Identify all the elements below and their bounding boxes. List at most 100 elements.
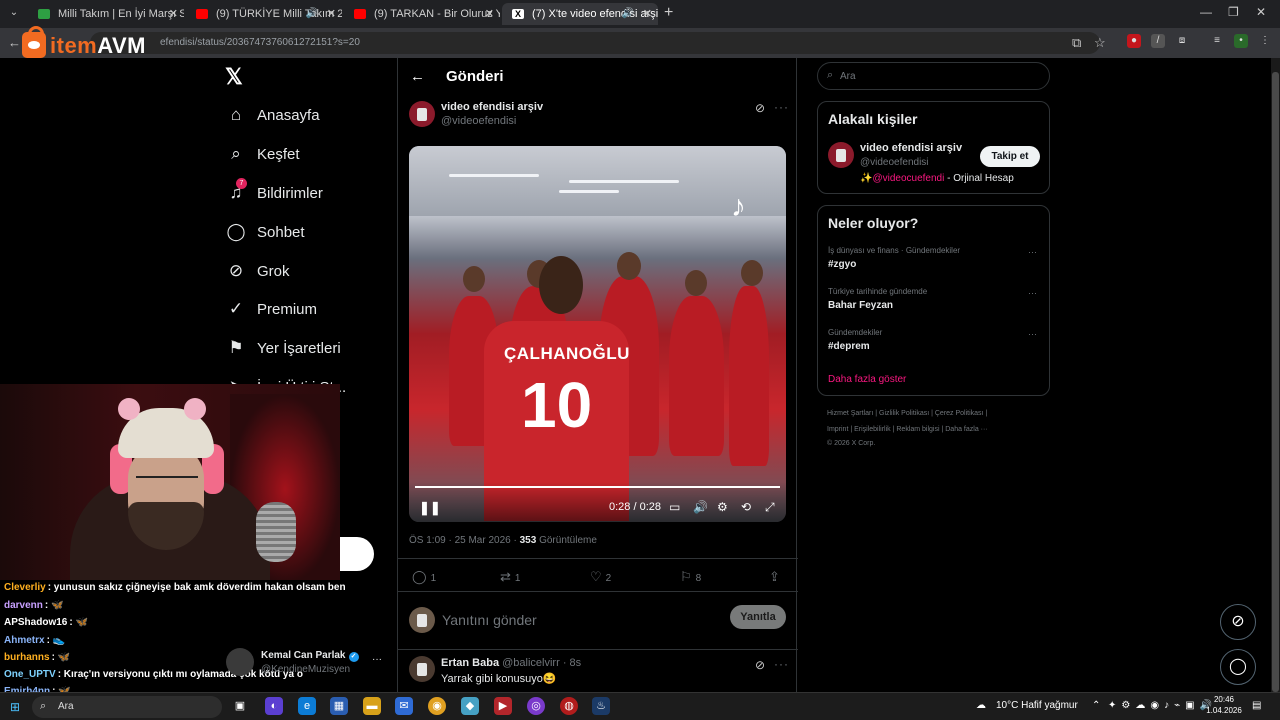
person-avatar[interactable] <box>828 142 854 168</box>
trend-item[interactable]: #deprem <box>828 341 870 352</box>
grok-icon[interactable]: ⊘ <box>755 101 765 115</box>
app-icon[interactable]: ◍ <box>560 697 578 715</box>
more-options-icon[interactable]: ··· <box>372 654 382 665</box>
reply-action[interactable]: ◯ 1 <box>412 569 436 585</box>
install-icon[interactable]: ⧉ <box>1072 35 1081 51</box>
tab-search-icon[interactable]: ⌄ <box>6 5 22 21</box>
windows-start-icon[interactable]: ⊞ <box>10 700 20 714</box>
post-column: ← Gönderi video efendisi arşiv @videoefe… <box>397 58 798 692</box>
bookmark-star-icon[interactable]: ☆ <box>1094 35 1106 51</box>
more-options-icon[interactable]: ··· <box>774 100 789 114</box>
weather-text[interactable]: 10°C Hafif yağmur <box>996 700 1078 711</box>
microphone-icon <box>256 502 296 562</box>
tray-icons[interactable]: ✦⚙☁◉♪⌁▣🔊 <box>1108 700 1217 711</box>
reply-composer: Yanıtını gönder Yanıtla <box>398 592 798 650</box>
comment-author[interactable]: Ertan Baba @balicelvirr · 8s <box>441 657 581 669</box>
bio-link[interactable]: @videocuefendi <box>872 173 944 184</box>
browser-tab-active[interactable]: X (7) X'te video efendisi arşiv 🔊 ✕ <box>502 3 658 25</box>
browser-tab[interactable]: (9) TÜRKİYE Milli Takım 200 🔊 ✕ <box>186 3 342 25</box>
person-name[interactable]: video efendisi arşiv <box>860 142 962 154</box>
more-options-icon[interactable]: ··· <box>1028 329 1037 339</box>
trend-item[interactable]: #zgyo <box>828 259 856 270</box>
search-icon: ⌕ <box>231 144 241 163</box>
show-more-link[interactable]: Daha fazla göster <box>828 374 906 385</box>
author-avatar[interactable] <box>409 101 435 127</box>
chat-fab-button[interactable]: ◯ <box>1220 649 1256 685</box>
store-icon[interactable]: ▦ <box>330 697 348 715</box>
more-options-icon[interactable]: ··· <box>774 657 789 671</box>
x-logo-icon[interactable]: 𝕏 <box>225 64 243 90</box>
close-window-button[interactable]: ✕ <box>1256 5 1266 19</box>
weather-icon[interactable]: ☁ <box>976 700 986 711</box>
app-icon[interactable]: ◎ <box>527 697 545 715</box>
video-editor-icon[interactable]: ▶ <box>494 697 512 715</box>
notification-center-icon[interactable]: ▤ <box>1252 700 1261 711</box>
video-progress-bar[interactable] <box>415 486 780 488</box>
grok-icon[interactable]: ⊘ <box>755 658 765 672</box>
more-options-icon[interactable]: ··· <box>1028 247 1037 257</box>
app-icon[interactable]: ◆ <box>461 697 479 715</box>
search-box[interactable]: ⌕ Ara <box>817 62 1050 90</box>
captions-icon[interactable]: ▭ <box>669 500 680 514</box>
scrollbar-thumb[interactable] <box>1272 72 1279 692</box>
menu-kebab-icon[interactable]: ⋮ <box>1258 34 1272 48</box>
trend-item[interactable]: Bahar Feyzan <box>828 300 893 311</box>
pip-icon[interactable]: ⟲ <box>741 500 751 514</box>
repost-action[interactable]: ⇄ 1 <box>500 569 520 585</box>
edge-icon[interactable]: e <box>298 697 316 715</box>
extensions-puzzle-icon[interactable]: ⧈ <box>1175 34 1189 48</box>
person-handle[interactable]: @videoefendisi <box>860 157 929 168</box>
file-explorer-icon[interactable]: ▬ <box>363 697 381 715</box>
tab-close-icon[interactable]: ✕ <box>485 3 494 25</box>
copilot-icon[interactable]: ◐ <box>265 697 283 715</box>
footer-links[interactable]: Hizmet Şartları | Gizlilik Politikası | … <box>827 410 987 417</box>
back-arrow-icon[interactable]: ← <box>410 68 425 85</box>
tab-close-icon[interactable]: ✕ <box>327 3 336 25</box>
share-action[interactable]: ⇪ <box>769 569 784 585</box>
taskbar-search[interactable]: ⌕ Ara <box>32 696 222 718</box>
video-player[interactable]: ÇALHANOĞLU 10 ♪ ❚❚ 0:28 / 0:28 ▭ 🔊 ⚙ ⟲ ⤢ <box>409 146 786 522</box>
chrome-icon[interactable]: ◉ <box>428 697 446 715</box>
commenter-avatar[interactable] <box>409 656 435 682</box>
audio-icon[interactable]: 🔊 <box>622 3 634 25</box>
tab-close-icon[interactable]: ✕ <box>643 3 652 25</box>
grok-fab-button[interactable]: ⊘ <box>1220 604 1256 640</box>
audio-icon[interactable]: 🔊 <box>306 3 318 25</box>
fullscreen-icon[interactable]: ⤢ <box>765 500 775 515</box>
steam-icon[interactable]: ♨ <box>592 697 610 715</box>
repost-icon: ⇄ <box>500 569 511 584</box>
search-input[interactable]: Ara <box>840 71 856 82</box>
url-text[interactable]: efendisi/status/2036747376061272151?s=20 <box>160 37 360 48</box>
volume-icon[interactable]: 🔊 <box>693 500 708 514</box>
tab-close-icon[interactable]: ✕ <box>169 3 178 25</box>
browser-tab[interactable]: Milli Takım | En İyi Marşı Seçiyo ✕ <box>28 3 184 25</box>
pause-icon[interactable]: ❚❚ <box>419 500 441 516</box>
heart-icon: ♡ <box>590 569 602 584</box>
restore-button[interactable]: ❐ <box>1228 5 1239 19</box>
reply-button[interactable]: Yanıtla <box>730 605 786 629</box>
bookmark-action[interactable]: ⚐ 8 <box>680 569 701 585</box>
x-chat-card[interactable]: Kemal Can Parlak ✓ @KendineMuzisyen ··· <box>226 648 391 678</box>
like-action[interactable]: ♡ 2 <box>590 569 611 585</box>
more-options-icon[interactable]: ··· <box>1028 288 1037 298</box>
system-clock[interactable]: 20:46 1.04.2026 <box>1204 694 1244 716</box>
media-icon[interactable]: ≡ <box>1210 34 1224 48</box>
reply-input[interactable]: Yanıtını gönder <box>442 612 537 628</box>
profile-icon[interactable]: • <box>1234 34 1248 48</box>
tray-chevron-icon[interactable]: ⌃ <box>1092 700 1100 711</box>
task-view-icon[interactable]: ▣ <box>231 697 249 715</box>
verified-icon: ✓ <box>348 652 359 662</box>
settings-gear-icon[interactable]: ⚙ <box>717 500 728 514</box>
new-tab-button[interactable]: + <box>664 4 673 22</box>
minimize-button[interactable]: — <box>1200 5 1212 19</box>
follow-button[interactable]: Takip et <box>980 146 1040 167</box>
extension-icon[interactable]: ● <box>1127 34 1141 48</box>
author-handle[interactable]: @videoefendisi <box>441 115 516 127</box>
back-icon[interactable]: ← <box>8 35 21 50</box>
mail-icon[interactable]: ✉ <box>395 697 413 715</box>
chat-avatar <box>226 648 254 676</box>
footer-links[interactable]: Imprint | Erişilebilirlik | Reklam bilgi… <box>827 426 988 433</box>
browser-tab[interactable]: (9) TARKAN - Bir Oluruz Yolund ✕ <box>344 3 500 25</box>
author-name[interactable]: video efendisi arşiv <box>441 101 543 113</box>
extension-icon[interactable]: / <box>1151 34 1165 48</box>
